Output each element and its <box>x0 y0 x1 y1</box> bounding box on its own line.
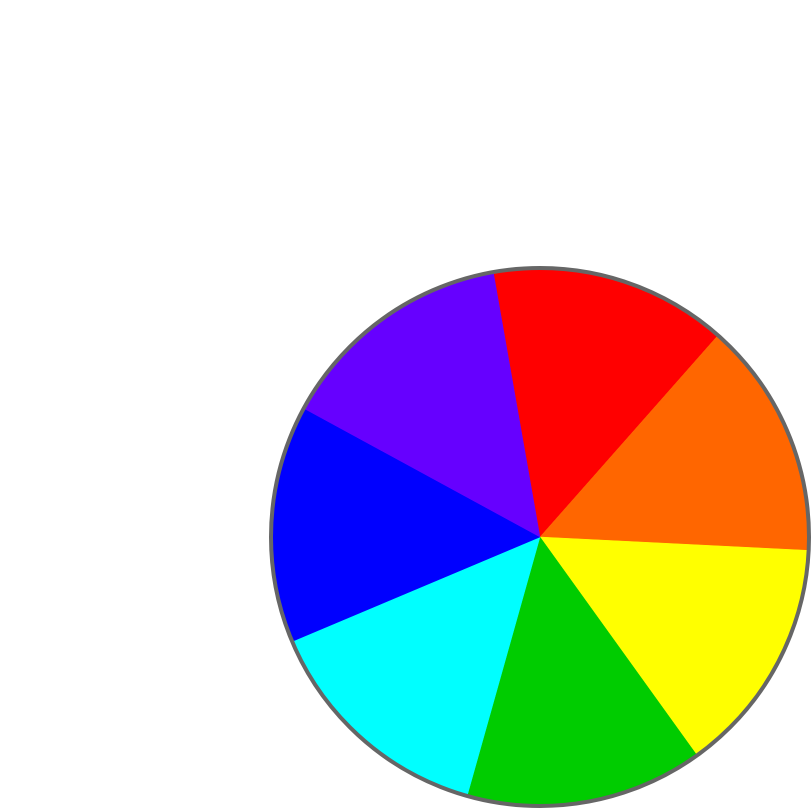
canvas <box>0 0 812 812</box>
color-wheel[interactable] <box>0 0 812 812</box>
color-wheel-segments <box>270 267 810 807</box>
